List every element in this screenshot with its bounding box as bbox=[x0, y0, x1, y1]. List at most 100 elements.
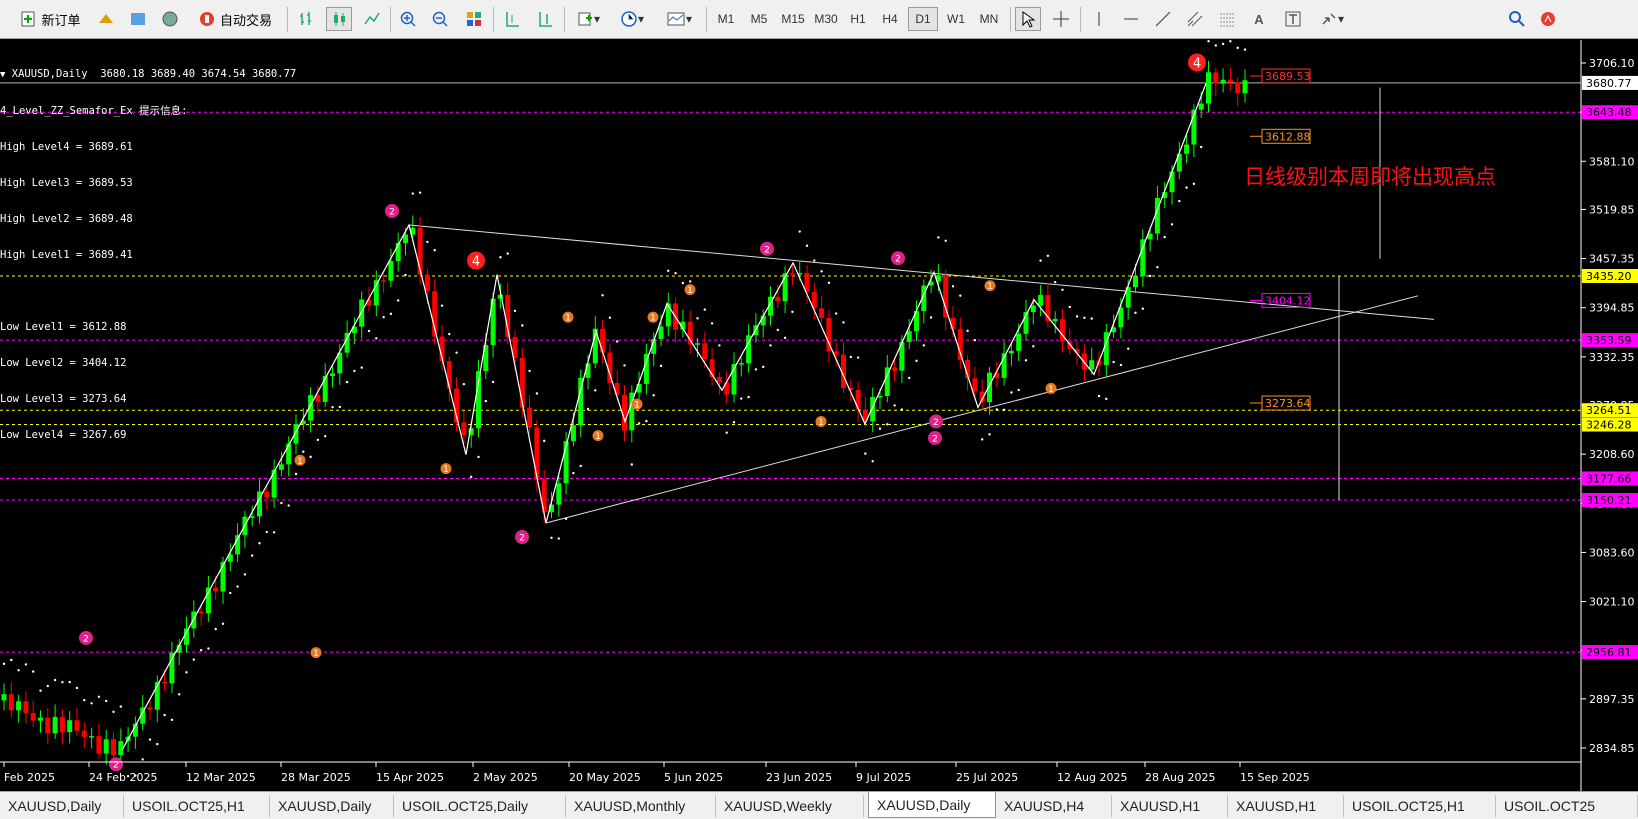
timeframe-m30[interactable]: M30 bbox=[810, 7, 842, 31]
trendline-icon[interactable] bbox=[1150, 7, 1176, 31]
psar-dot bbox=[689, 280, 692, 283]
timeframe-m15[interactable]: M15 bbox=[777, 7, 809, 31]
data-window-icon[interactable] bbox=[126, 7, 150, 31]
psar-dot bbox=[908, 376, 911, 380]
crosshair-icon[interactable] bbox=[1048, 7, 1074, 31]
psar-dot bbox=[338, 405, 341, 409]
new-order-button[interactable]: 新订单 bbox=[10, 7, 90, 31]
notification-icon[interactable] bbox=[1536, 7, 1560, 31]
horizontal-line-icon[interactable] bbox=[1118, 7, 1144, 31]
level-tag-label: 3404.12 bbox=[1265, 294, 1311, 307]
chart-tab[interactable]: XAUUSD,Monthly bbox=[566, 795, 716, 817]
timeframe-h1[interactable]: H1 bbox=[844, 7, 872, 31]
psar-dot bbox=[382, 315, 385, 319]
psar-dot bbox=[813, 259, 816, 262]
zoom-out-icon[interactable] bbox=[428, 7, 452, 31]
semafor-marker-label: 1 bbox=[297, 457, 303, 467]
candle-body bbox=[1089, 360, 1095, 370]
psar-dot bbox=[842, 321, 845, 324]
psar-dot bbox=[937, 236, 940, 239]
psar-dot bbox=[353, 369, 356, 373]
psar-dot bbox=[302, 450, 305, 453]
chart-tab[interactable]: XAUUSD,H1 bbox=[1112, 795, 1228, 817]
psar-dot bbox=[1229, 40, 1232, 43]
candle-body bbox=[169, 652, 175, 684]
psar-dot bbox=[1054, 280, 1057, 284]
candle-body bbox=[695, 343, 700, 345]
navigator-icon[interactable] bbox=[158, 7, 182, 31]
auto-trade-button[interactable]: 自动交易 bbox=[190, 7, 280, 31]
psar-dot bbox=[1156, 265, 1159, 269]
chart-tab[interactable]: XAUUSD,H1 bbox=[1228, 795, 1344, 817]
indicator-name: 4_Level_ZZ_Semafor_Ex 提示信息: bbox=[0, 105, 188, 117]
autoscroll-icon[interactable] bbox=[500, 7, 524, 31]
level-price-label: 3353.59 bbox=[1586, 334, 1632, 347]
chart-tab[interactable]: XAUUSD,H4 bbox=[996, 795, 1112, 817]
candle-body bbox=[1081, 353, 1087, 370]
semafor-marker-label: 1 bbox=[595, 432, 601, 442]
timeframe-d1[interactable]: D1 bbox=[908, 7, 938, 31]
line-chart-icon[interactable] bbox=[360, 7, 384, 31]
chart-tab[interactable]: USOIL.OCT25,Daily bbox=[394, 795, 566, 817]
indicators-button[interactable]: ▾ bbox=[570, 7, 606, 31]
level-price-label: 3177.66 bbox=[1586, 472, 1632, 485]
chart-tab[interactable]: XAUUSD,Daily bbox=[270, 795, 394, 817]
psar-dot bbox=[97, 695, 101, 699]
chart-tab[interactable]: XAUUSD,Daily bbox=[0, 795, 124, 817]
chart-tab[interactable]: XAUUSD,Weekly bbox=[716, 795, 864, 817]
candle-body bbox=[16, 701, 22, 711]
chart-shift-icon[interactable] bbox=[532, 7, 558, 31]
search-icon[interactable] bbox=[1505, 7, 1529, 31]
text-tool-button[interactable]: A bbox=[1248, 7, 1270, 31]
current-price-label: 3680.77 bbox=[1586, 77, 1632, 90]
psar-dot bbox=[1083, 316, 1086, 319]
bar-chart-icon[interactable] bbox=[294, 7, 318, 31]
psar-dot bbox=[1127, 347, 1130, 350]
chart-tab[interactable]: USOIL.OCT25,H1 bbox=[124, 795, 270, 817]
psar-dot bbox=[214, 627, 217, 631]
psar-dot bbox=[470, 475, 473, 479]
psar-dot bbox=[331, 405, 334, 409]
psar-dot bbox=[221, 622, 225, 625]
timeframe-mn[interactable]: MN bbox=[973, 7, 1005, 31]
timeframe-m5[interactable]: M5 bbox=[743, 7, 775, 31]
candle-body bbox=[59, 716, 65, 733]
fibonacci-icon[interactable] bbox=[1214, 7, 1240, 31]
templates-button[interactable]: ▾ bbox=[660, 7, 698, 31]
candle-body bbox=[1133, 276, 1138, 288]
psar-dot bbox=[922, 344, 925, 347]
candle-body bbox=[1, 694, 7, 701]
level-price-label: 3246.28 bbox=[1586, 419, 1632, 432]
vertical-line-icon[interactable] bbox=[1086, 7, 1112, 31]
chart-tab-active[interactable]: XAUUSD,Daily bbox=[868, 792, 996, 818]
arrows-button[interactable]: ▾ bbox=[1312, 7, 1352, 31]
psar-dot bbox=[506, 252, 509, 255]
timeframe-w1[interactable]: W1 bbox=[941, 7, 971, 31]
timeframe-m1[interactable]: M1 bbox=[711, 7, 741, 31]
market-watch-icon[interactable] bbox=[94, 7, 118, 31]
candle-body bbox=[322, 375, 328, 402]
zoom-in-icon[interactable] bbox=[396, 7, 420, 31]
psar-dot bbox=[769, 344, 772, 347]
psar-dot bbox=[550, 536, 553, 540]
psar-dot bbox=[1061, 288, 1064, 291]
timeframe-h4[interactable]: H4 bbox=[875, 7, 905, 31]
x-tick-label: 9 Jul 2025 bbox=[856, 771, 911, 784]
tile-windows-icon[interactable] bbox=[462, 7, 486, 31]
chart-tab[interactable]: USOIL.OCT25,H1 bbox=[1344, 795, 1496, 817]
indicator-info-panel: ▼ XAUUSD,Daily 3680.18 3689.40 3674.54 3… bbox=[0, 68, 297, 441]
x-tick-label: 12 Mar 2025 bbox=[186, 771, 256, 784]
text-label-icon[interactable] bbox=[1280, 7, 1306, 31]
cursor-icon[interactable] bbox=[1015, 7, 1041, 31]
candle-body bbox=[1169, 171, 1175, 193]
low-level-1: Low Level1 = 3612.88 bbox=[0, 321, 127, 333]
psar-dot bbox=[951, 285, 955, 288]
y-tick-label: 3706.10 bbox=[1589, 57, 1635, 70]
equidistant-channel-icon[interactable] bbox=[1182, 7, 1208, 31]
candlestick-chart-icon[interactable] bbox=[326, 7, 352, 31]
periods-button[interactable]: ▾ bbox=[614, 7, 650, 31]
candle-body bbox=[330, 373, 335, 376]
candle-body bbox=[89, 736, 95, 738]
chart-tab[interactable]: USOIL.OCT25 bbox=[1496, 795, 1638, 817]
candle-body bbox=[957, 329, 963, 361]
